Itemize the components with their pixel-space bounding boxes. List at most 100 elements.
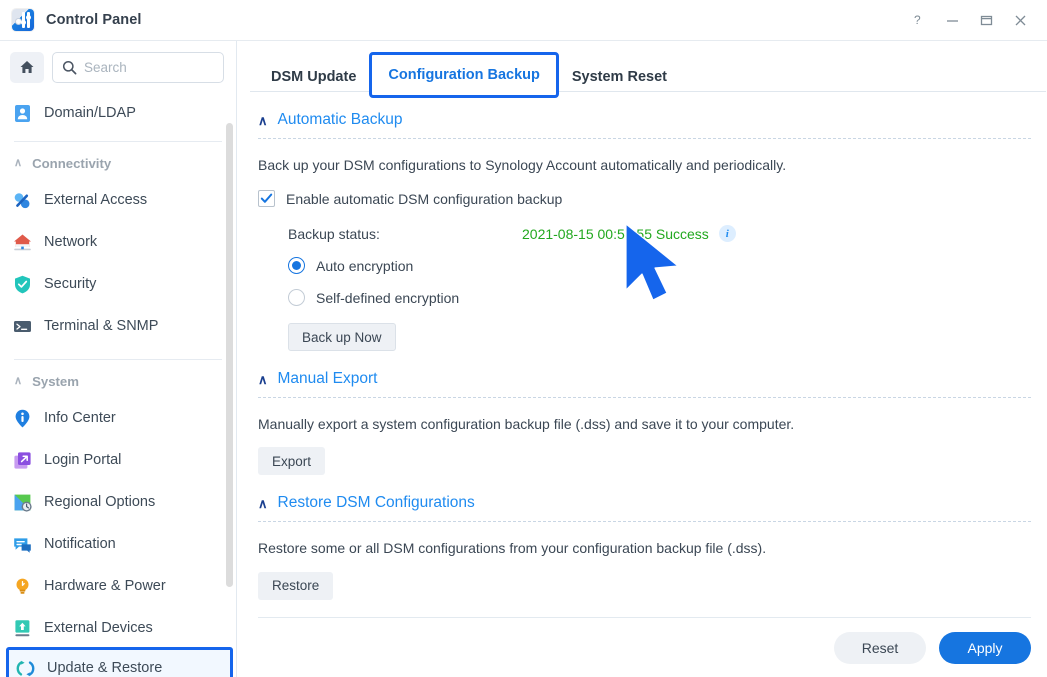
self-defined-encryption-label: Self-defined encryption	[316, 289, 460, 306]
self-defined-encryption-radio[interactable]	[288, 289, 305, 307]
enable-auto-backup-checkbox-row[interactable]: Enable automatic DSM configuration backu…	[258, 190, 1031, 208]
manual-export-description: Manually export a system configuration b…	[258, 416, 795, 433]
sidebar-item-network[interactable]: Network	[0, 221, 236, 263]
tab-label: Configuration Backup	[388, 67, 540, 83]
reset-button[interactable]: Reset	[834, 631, 926, 664]
window-title: Control Panel	[46, 12, 142, 28]
sidebar-group-connectivity[interactable]: ∧ Connectivity	[0, 148, 236, 179]
sidebar-item-security[interactable]: Security	[0, 263, 236, 305]
sidebar-item-label: External Access	[44, 192, 148, 208]
apply-button[interactable]: Apply	[939, 631, 1031, 664]
footer-actions: Reset Apply	[258, 617, 1031, 677]
window-controls: ?	[901, 5, 1037, 35]
maximize-button[interactable]	[969, 5, 1003, 35]
sidebar-item-label: Login Portal	[44, 452, 122, 468]
sidebar-item-label: Regional Options	[44, 494, 156, 510]
search-icon	[62, 60, 77, 74]
section-title: Manual Export	[277, 370, 378, 388]
tab-dsm-update[interactable]: DSM Update	[255, 59, 372, 95]
chevron-up-icon: ∧	[258, 495, 268, 511]
sidebar-search-row: Search	[0, 50, 236, 84]
chevron-up-icon: ∧	[258, 371, 268, 387]
section-title: Restore DSM Configurations	[277, 494, 475, 512]
sidebar-item-label: Notification	[44, 536, 116, 552]
restore-description: Restore some or all DSM configurations f…	[258, 540, 767, 557]
help-button[interactable]: ?	[901, 5, 935, 35]
sidebar-scrollbar[interactable]	[226, 115, 233, 613]
section-divider	[258, 138, 1031, 139]
sidebar-item-external-devices[interactable]: External Devices	[0, 607, 236, 649]
sidebar-nav: Domain/LDAP ∧ Connectivity External Acce…	[0, 92, 236, 677]
enable-auto-backup-label: Enable automatic DSM configuration backu…	[286, 190, 563, 207]
settings-content: ∧ Automatic Backup Back up your DSM conf…	[237, 92, 1047, 617]
terminal-icon	[12, 316, 33, 337]
sidebar-item-label: Network	[44, 234, 98, 250]
chevron-up-icon: ∧	[14, 375, 23, 387]
sidebar-group-label: Connectivity	[32, 156, 112, 171]
sidebar-item-update-restore[interactable]: Update & Restore	[6, 647, 233, 677]
sidebar-item-hardware-power[interactable]: Hardware & Power	[0, 565, 236, 607]
sidebar-item-label: External Devices	[44, 620, 153, 636]
search-input[interactable]: Search	[52, 51, 224, 83]
enable-auto-backup-checkbox[interactable]	[258, 190, 275, 208]
home-button[interactable]	[10, 51, 44, 83]
sidebar-item-notification[interactable]: Notification	[0, 523, 236, 565]
auto-encryption-row[interactable]: Auto encryption	[258, 257, 1031, 275]
control-panel-window: Control Panel ? Search Domain/LDAP ∧ Con…	[0, 0, 1047, 677]
auto-encryption-label: Auto encryption	[316, 257, 414, 274]
section-header-automatic-backup[interactable]: ∧ Automatic Backup	[258, 111, 1031, 129]
sidebar-item-external-access[interactable]: External Access	[0, 179, 236, 221]
external-access-icon	[12, 190, 33, 211]
sidebar-item-info-center[interactable]: Info Center	[0, 397, 236, 439]
main-content: DSM Update Configuration Backup System R…	[237, 41, 1047, 677]
export-row: Export	[258, 447, 1031, 476]
home-icon	[20, 61, 34, 73]
sidebar-group-system[interactable]: ∧ System	[0, 366, 236, 397]
sidebar-item-domain-ldap[interactable]: Domain/LDAP	[0, 92, 236, 134]
notification-icon	[12, 534, 33, 555]
control-panel-icon	[12, 9, 34, 31]
tab-system-reset[interactable]: System Reset	[556, 59, 683, 95]
self-defined-encryption-row[interactable]: Self-defined encryption	[258, 289, 1031, 307]
sidebar-item-label: Update & Restore	[47, 660, 163, 676]
sidebar-item-label: Hardware & Power	[44, 578, 166, 594]
external-devices-icon	[12, 618, 33, 639]
sidebar-item-login-portal[interactable]: Login Portal	[0, 439, 236, 481]
sidebar-divider	[14, 359, 222, 360]
sidebar-item-terminal-snmp[interactable]: Terminal & SNMP	[0, 305, 236, 347]
section-header-restore[interactable]: ∧ Restore DSM Configurations	[258, 494, 1031, 512]
backup-status-value: 2021-08-15 00:57:55 Success	[522, 225, 709, 242]
network-icon	[12, 232, 33, 253]
tabs-container: DSM Update Configuration Backup System R…	[237, 41, 1047, 98]
section-divider	[258, 397, 1031, 399]
sidebar-scrollbar-thumb[interactable]	[226, 123, 233, 587]
domain-ldap-icon	[12, 103, 33, 124]
info-icon[interactable]: i	[718, 225, 736, 243]
chevron-up-icon: ∧	[14, 157, 23, 169]
sidebar-group-label: System	[32, 374, 79, 389]
backup-status-label: Backup status:	[288, 225, 380, 242]
section-divider	[258, 521, 1031, 523]
restore-row: Restore	[258, 571, 1031, 600]
restore-button[interactable]: Restore	[258, 571, 334, 600]
window-titlebar: Control Panel ?	[0, 0, 1047, 41]
sidebar-item-label: Domain/LDAP	[44, 105, 136, 121]
back-up-now-button[interactable]: Back up Now	[288, 323, 396, 352]
sidebar-divider	[14, 141, 222, 142]
sidebar-item-label: Info Center	[44, 410, 116, 426]
section-title: Automatic Backup	[277, 111, 403, 128]
export-button[interactable]: Export	[258, 447, 326, 476]
security-shield-icon	[12, 274, 33, 295]
sidebar: Search Domain/LDAP ∧ Connectivity Extern…	[0, 41, 237, 677]
tab-label: System Reset	[571, 69, 667, 85]
section-header-manual-export[interactable]: ∧ Manual Export	[258, 370, 1031, 388]
minimize-button[interactable]	[935, 5, 969, 35]
hardware-power-icon	[12, 576, 33, 597]
login-portal-icon	[12, 450, 33, 471]
close-button[interactable]	[1003, 5, 1037, 35]
auto-encryption-radio[interactable]	[288, 257, 305, 275]
window-body: Search Domain/LDAP ∧ Connectivity Extern…	[0, 41, 1047, 677]
tab-label: DSM Update	[271, 69, 357, 85]
sidebar-item-regional-options[interactable]: Regional Options	[0, 481, 236, 523]
tab-configuration-backup[interactable]: Configuration Backup	[369, 52, 559, 98]
